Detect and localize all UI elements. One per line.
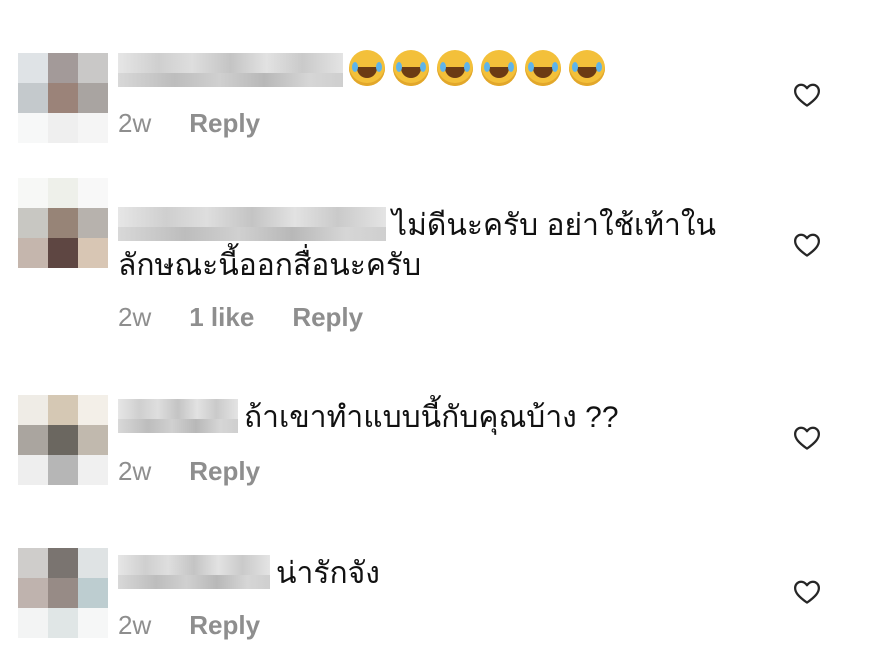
comment-item: น่ารักจัง 2w Reply — [0, 510, 870, 670]
username-blurred[interactable] — [118, 399, 238, 433]
avatar[interactable] — [18, 178, 108, 268]
avatar-pixel — [18, 548, 48, 578]
comment-body — [118, 50, 758, 92]
face-with-tears-of-joy-icon — [437, 50, 473, 86]
heart-outline-icon[interactable] — [791, 423, 823, 453]
comment-body: ไม่ดีนะครับ อย่าใช้เท้าในลักษณะนี้ออกสื่… — [118, 206, 758, 286]
reply-button[interactable]: Reply — [189, 108, 260, 139]
avatar-pixel — [48, 455, 78, 485]
comment-meta: 2w Reply — [118, 610, 260, 641]
comment-body: น่ารักจัง — [118, 554, 758, 594]
username-blurred[interactable] — [118, 207, 386, 241]
avatar-pixel — [18, 608, 48, 638]
avatar-pixel — [48, 113, 78, 143]
avatar-pixel — [48, 395, 78, 425]
avatar-pixel — [48, 425, 78, 455]
face-with-tears-of-joy-icon — [349, 50, 385, 86]
avatar-pixel — [48, 53, 78, 83]
avatar-pixel — [48, 83, 78, 113]
avatar-pixel — [78, 83, 108, 113]
avatar-pixel — [48, 548, 78, 578]
avatar-pixel — [78, 208, 108, 238]
avatar-pixel — [78, 425, 108, 455]
face-with-tears-of-joy-icon — [569, 50, 605, 86]
comment-meta: 2w Reply — [118, 456, 260, 487]
avatar-pixel — [18, 455, 48, 485]
timestamp: 2w — [118, 456, 152, 486]
comment-item: ไม่ดีนะครับ อย่าใช้เท้าในลักษณะนี้ออกสื่… — [0, 160, 870, 360]
heart-outline-icon[interactable] — [791, 577, 823, 607]
comment-text: ถ้าเขาทำแบบนี้กับคุณบ้าง ?? — [244, 401, 619, 434]
avatar-pixel — [48, 208, 78, 238]
avatar-pixel — [18, 53, 48, 83]
avatar-pixel — [18, 578, 48, 608]
avatar[interactable] — [18, 548, 108, 638]
avatar[interactable] — [18, 395, 108, 485]
reply-button[interactable]: Reply — [292, 302, 363, 333]
timestamp: 2w — [118, 108, 152, 138]
avatar[interactable] — [18, 53, 108, 143]
avatar-pixel — [78, 608, 108, 638]
avatar-pixel — [18, 425, 48, 455]
timestamp: 2w — [118, 302, 152, 332]
username-blurred[interactable] — [118, 555, 270, 589]
avatar-pixel — [78, 53, 108, 83]
avatar-pixel — [18, 178, 48, 208]
avatar-pixel — [78, 178, 108, 208]
face-with-tears-of-joy-icon — [393, 50, 429, 86]
avatar-pixel — [48, 608, 78, 638]
likes-count[interactable]: 1 like — [189, 302, 254, 333]
timestamp: 2w — [118, 610, 152, 640]
comment-meta: 2w Reply — [118, 108, 260, 139]
avatar-pixel — [78, 455, 108, 485]
avatar-pixel — [18, 208, 48, 238]
avatar-pixel — [18, 238, 48, 268]
heart-outline-icon[interactable] — [791, 80, 823, 110]
avatar-pixel — [78, 395, 108, 425]
avatar-pixel — [78, 238, 108, 268]
avatar-pixel — [78, 548, 108, 578]
face-with-tears-of-joy-icon — [525, 50, 561, 86]
avatar-pixel — [18, 395, 48, 425]
reply-button[interactable]: Reply — [189, 456, 260, 487]
face-with-tears-of-joy-icon — [481, 50, 517, 86]
emoji-row — [349, 50, 613, 88]
avatar-pixel — [18, 113, 48, 143]
avatar-pixel — [48, 178, 78, 208]
avatar-pixel — [78, 578, 108, 608]
comment-item: ถ้าเขาทำแบบนี้กับคุณบ้าง ?? 2w Reply — [0, 360, 870, 510]
avatar-pixel — [48, 578, 78, 608]
username-blurred[interactable] — [118, 53, 343, 87]
comment-item: 2w Reply — [0, 0, 870, 160]
comment-meta: 2w 1 like Reply — [118, 302, 363, 333]
avatar-pixel — [18, 83, 48, 113]
avatar-pixel — [78, 113, 108, 143]
comment-body: ถ้าเขาทำแบบนี้กับคุณบ้าง ?? — [118, 398, 758, 438]
heart-outline-icon[interactable] — [791, 230, 823, 260]
comment-text: น่ารักจัง — [276, 557, 380, 590]
reply-button[interactable]: Reply — [189, 610, 260, 641]
avatar-pixel — [48, 238, 78, 268]
